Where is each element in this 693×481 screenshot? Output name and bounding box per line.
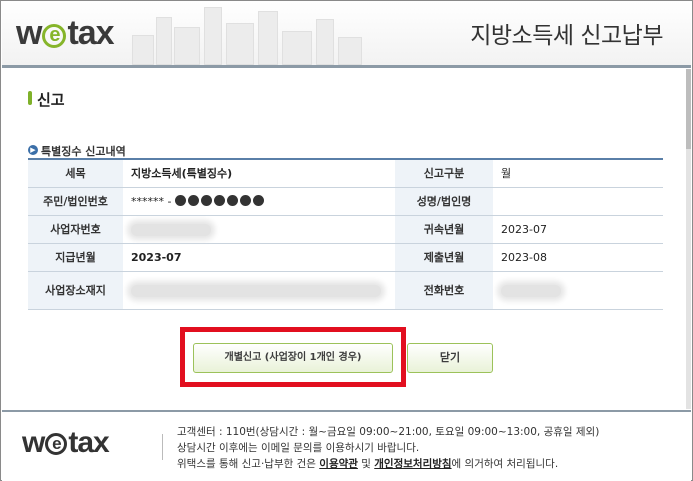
value-report-type: 월 <box>493 159 663 188</box>
label-id-number: 주민/법인번호 <box>28 187 123 216</box>
table-row: 지급년월 2023-07 제출년월 2023-08 <box>28 243 663 272</box>
value-tax-item: 지방소득세(특별징수) <box>123 159 395 188</box>
close-button[interactable]: 닫기 <box>407 343 493 373</box>
value-name <box>493 187 663 216</box>
footer-contact-line: 고객센터 : 110번(상담시간 : 월~금요일 09:00~21:00, 토요… <box>177 426 600 438</box>
table-row: 주민/법인번호 ****** - 성명/법인명 <box>28 187 663 216</box>
value-id-number: ****** - <box>123 187 395 216</box>
header: w e tax 지방소득세 신고납부 <box>2 2 691 68</box>
label-name: 성명/법인명 <box>395 187 493 216</box>
label-report-type: 신고구분 <box>395 159 493 188</box>
label-tax-item: 세목 <box>28 159 123 188</box>
report-details-table: 세목 지방소득세(특별징수) 신고구분 월 주민/법인번호 ****** - 성… <box>28 158 663 310</box>
footer-divider <box>162 434 163 460</box>
table-row: 세목 지방소득세(특별징수) 신고구분 월 <box>28 159 663 188</box>
label-business-number: 사업자번호 <box>28 215 123 244</box>
city-illustration <box>122 2 382 65</box>
label-phone: 전화번호 <box>395 271 493 310</box>
footer-email-line: 상담시간 이후에는 이메일 문의를 이용하시기 바랍니다. <box>177 442 420 454</box>
value-attribution-month: 2023-07 <box>493 215 663 244</box>
label-attribution-month: 귀속년월 <box>395 215 493 244</box>
scrollbar[interactable] <box>686 69 691 409</box>
label-submission-month: 제출년월 <box>395 243 493 272</box>
value-business-address-redacted <box>123 271 395 310</box>
value-phone-redacted <box>493 271 663 310</box>
label-payment-month: 지급년월 <box>28 243 123 272</box>
value-submission-month: 2023-08 <box>493 243 663 272</box>
footer: w e tax 고객센터 : 110번(상담시간 : 월~금요일 09:00~21:… <box>2 410 691 481</box>
table-row: 사업장소재지 전화번호 <box>28 271 663 310</box>
terms-link[interactable]: 이용약관 <box>319 458 358 470</box>
page-title: 지방소득세 신고납부 <box>470 23 663 49</box>
individual-report-button[interactable]: 개별신고 (사업장이 1개인 경우) <box>193 343 393 373</box>
value-business-number-redacted <box>123 215 395 244</box>
privacy-policy-link[interactable]: 개인정보처리방침 <box>374 458 451 470</box>
subsection-title: 특별징수 신고내역 <box>41 145 126 158</box>
section-title: 신고 <box>37 91 65 109</box>
scrollbar-thumb[interactable] <box>686 69 691 149</box>
bullet-arrow-icon: ▶ <box>28 145 38 155</box>
footer-policy-line: 위택스를 통해 신고·납부한 건은 이용약관 및 개인정보처리방침에 의거하여 … <box>177 458 559 470</box>
label-business-address: 사업장소재지 <box>28 271 123 310</box>
popup-window: w e tax 지방소득세 신고납부 신고 ▶ 특별징수 신고내역 세목 지방소득세… <box>0 0 693 481</box>
section-bar-icon <box>28 91 32 105</box>
masked-dots <box>174 194 266 208</box>
value-payment-month: 2023-07 <box>123 243 395 272</box>
table-row: 사업자번호 귀속년월 2023-07 <box>28 215 663 244</box>
footer-wetax-logo: w e tax <box>22 426 110 459</box>
wetax-logo: w e tax <box>16 14 115 52</box>
